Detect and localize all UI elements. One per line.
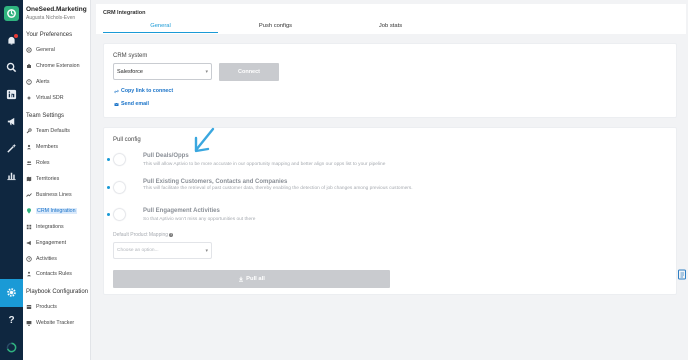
sidebar-item-activities[interactable]: Activities	[26, 254, 57, 264]
sidebar-item-virtual-sdr[interactable]: Virtual SDR	[26, 93, 64, 103]
person-icon	[26, 144, 32, 150]
pull-config-card: Pull config Pull Deals/Opps This will al…	[103, 127, 677, 295]
pull-engagement-desc: So that Aptivio won't miss any opportuni…	[143, 217, 256, 222]
crm-system-select[interactable]: Salesforce ▾	[113, 63, 212, 80]
pin-icon	[26, 208, 32, 214]
pull-deals-title: Pull Deals/Opps	[143, 153, 189, 159]
notification-badge	[14, 34, 18, 38]
annotation-arrow-icon	[194, 127, 215, 153]
bell-icon[interactable]	[4, 33, 19, 48]
contacts-icon	[26, 271, 32, 277]
sidebar-item-team-defaults[interactable]: Team Defaults	[26, 126, 70, 136]
sidebar-item-territories[interactable]: Territories	[26, 174, 59, 184]
sidebar-item-members[interactable]: Members	[26, 142, 58, 152]
section-your-preferences: Your Preferences	[26, 32, 73, 38]
chevron-down-icon: ▾	[205, 68, 208, 75]
gear-icon	[26, 47, 32, 53]
crm-system-card: CRM system Salesforce ▾ Connect Copy lin…	[103, 43, 677, 118]
pull-deals-toggle[interactable]	[107, 154, 127, 165]
megaphone-icon[interactable]	[4, 114, 19, 129]
map-icon	[26, 176, 32, 182]
connect-button[interactable]: Connect	[219, 63, 279, 81]
sidebar-item-chrome-extension[interactable]: Chrome Extension	[26, 61, 80, 71]
preferences-sidebar: OneSeed.Marketing Augusta Nichols-Even Y…	[23, 0, 91, 360]
grid-icon	[26, 224, 32, 230]
side-panel-handle-icon[interactable]	[678, 269, 687, 280]
sidebar-item-products[interactable]: Products	[26, 302, 57, 312]
icon-rail: ?	[0, 0, 23, 360]
pull-customers-title: Pull Existing Customers, Contacts and Co…	[143, 179, 288, 185]
clock-icon	[26, 256, 32, 262]
progress-icon[interactable]	[4, 340, 19, 355]
page-title: CRM Integration	[103, 10, 146, 16]
pull-config-title: Pull config	[113, 137, 141, 143]
tab-job-stats[interactable]: Job stats	[333, 23, 448, 33]
link-icon	[114, 89, 119, 93]
pull-engagement-title: Pull Engagement Activities	[143, 208, 220, 214]
linkedin-icon[interactable]	[4, 87, 19, 102]
monitor-icon	[26, 320, 32, 326]
pull-deals-desc: This will allow Aptivio to be more accur…	[143, 162, 386, 167]
sparkle-icon	[26, 95, 32, 101]
user-name: Augusta Nichols-Even	[26, 15, 76, 21]
pull-customers-toggle[interactable]	[107, 182, 127, 193]
pull-customers-desc: This will facilitate the retrieval of pa…	[143, 186, 413, 191]
sidebar-item-website-tracker[interactable]: Website Tracker	[26, 318, 74, 328]
pull-engagement-toggle[interactable]	[107, 209, 127, 220]
sidebar-item-engagement[interactable]: Engagement	[26, 238, 66, 248]
default-product-mapping-label: Default Product Mapping?	[113, 232, 174, 238]
copy-link-button[interactable]: Copy link to connect	[114, 88, 173, 94]
sidebar-item-contacts-rules[interactable]: Contacts Rules	[26, 269, 72, 279]
send-email-button[interactable]: Send email	[114, 101, 149, 107]
search-icon[interactable]	[4, 60, 19, 75]
logo-icon[interactable]	[4, 6, 19, 21]
section-playbook-configuration: Playbook Configuration	[26, 289, 89, 295]
puzzle-icon	[26, 63, 32, 69]
box-icon	[26, 304, 32, 310]
alert-icon	[26, 79, 32, 85]
org-name: OneSeed.Marketing	[26, 6, 87, 13]
wrench-icon	[26, 128, 32, 134]
product-mapping-select[interactable]: Choose an option... ▾	[113, 242, 212, 259]
help-icon[interactable]: ?	[4, 313, 19, 328]
sidebar-item-crm-integration[interactable]: CRM Integration	[26, 206, 77, 216]
crm-system-label: CRM system	[113, 53, 148, 59]
sidebar-item-general[interactable]: General	[26, 45, 55, 55]
sidebar-item-integrations[interactable]: Integrations	[26, 222, 64, 232]
sidebar-item-roles[interactable]: Roles	[26, 158, 50, 168]
download-icon	[239, 276, 244, 282]
tab-push-configs[interactable]: Push configs	[218, 23, 333, 33]
crm-integration-header: CRM Integration General Push configs Job…	[96, 4, 686, 34]
wand-icon[interactable]	[4, 141, 19, 156]
megaphone-icon	[26, 240, 32, 246]
sidebar-item-business-lines[interactable]: Business Lines	[26, 190, 72, 200]
chevron-down-icon: ▾	[205, 247, 208, 254]
sidebar-item-alerts[interactable]: Alerts	[26, 77, 50, 87]
mail-icon	[114, 102, 119, 106]
chart-icon[interactable]	[4, 168, 19, 183]
tab-general[interactable]: General	[103, 23, 218, 33]
help-icon[interactable]: ?	[169, 232, 174, 237]
gear-icon[interactable]	[4, 285, 19, 300]
roles-icon	[26, 160, 32, 166]
trend-icon	[26, 192, 32, 198]
section-team-settings: Team Settings	[26, 113, 65, 119]
pull-all-button[interactable]: Pull all	[113, 270, 390, 288]
